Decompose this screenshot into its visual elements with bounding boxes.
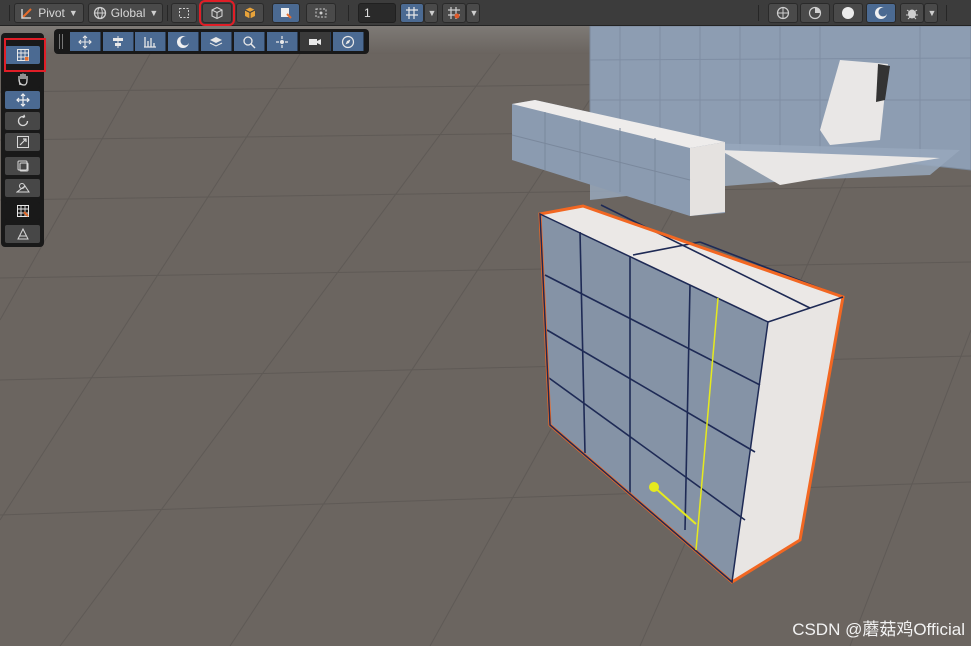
snap-increment-dropdown[interactable]: ▼	[466, 3, 480, 23]
pivot-mode-icon	[21, 8, 32, 19]
highlight-box	[4, 38, 46, 72]
shading-sphere-button[interactable]	[168, 32, 199, 51]
distribute-button[interactable]	[135, 32, 166, 51]
scene-gizmo-button[interactable]	[768, 3, 798, 23]
shading-button[interactable]	[833, 3, 863, 23]
snap-grid-dropdown[interactable]: ▼	[424, 3, 438, 23]
move-handle-dot[interactable]	[649, 482, 659, 492]
chevron-down-icon: ▼	[68, 8, 78, 18]
layers-icon	[209, 36, 223, 47]
toolbar-separator	[946, 5, 947, 21]
global-dropdown[interactable]: Global ▼	[88, 3, 163, 23]
transform-tool-button[interactable]	[5, 179, 40, 197]
hand-tool-icon	[17, 73, 28, 86]
lighting-button[interactable]	[800, 3, 830, 23]
probuilder-overlay-toolbar	[54, 29, 369, 54]
pivot-label: Pivot	[38, 6, 65, 20]
effects-icon	[906, 9, 918, 20]
custom-tool-icon	[16, 227, 29, 240]
toolbar-separator	[167, 5, 168, 21]
move-tool-icon	[15, 93, 30, 107]
orbit-button[interactable]	[267, 32, 298, 51]
rect-tool-button[interactable]	[171, 3, 197, 23]
grid-size-field[interactable]: 1	[358, 3, 396, 23]
hand-tool-button[interactable]	[5, 70, 40, 88]
drag-handle[interactable]	[59, 34, 63, 49]
chevron-down-icon: ▼	[427, 8, 437, 18]
rotate-tool-icon	[17, 114, 28, 127]
move-tool-button[interactable]	[5, 91, 40, 109]
view-tool-icon	[315, 8, 327, 18]
shading-sphere-icon	[177, 35, 190, 48]
zoom-button[interactable]	[234, 32, 265, 51]
global-icon	[93, 6, 106, 20]
effects-dropdown[interactable]: ▼	[924, 3, 938, 23]
orbit-icon	[276, 35, 288, 48]
scale-tool-button[interactable]	[5, 133, 40, 151]
rect-tool-icon	[17, 160, 28, 172]
snap-grid-button[interactable]	[400, 3, 424, 23]
probuilder-face-icon	[244, 7, 256, 19]
rect-tool-button[interactable]	[5, 157, 40, 175]
probuilder-uv-button[interactable]	[5, 202, 40, 220]
distribute-icon	[144, 36, 156, 48]
view-tool-button[interactable]	[306, 3, 336, 23]
snap-increment-button[interactable]	[442, 3, 466, 23]
shading-icon	[842, 7, 854, 19]
snap-grid-icon	[406, 7, 418, 19]
pivot-dropdown[interactable]: Pivot ▼	[14, 3, 84, 23]
global-label: Global	[110, 6, 146, 20]
scene-toolbar: Pivot ▼ Global ▼ 1 ▼ ▼ ▼	[0, 0, 971, 26]
chevron-down-icon: ▼	[927, 8, 937, 18]
zoom-icon	[243, 35, 256, 49]
align-button[interactable]	[103, 32, 134, 51]
scene-viewport[interactable]	[0, 0, 971, 646]
grid-size-value: 1	[364, 6, 371, 20]
toggle-icon	[281, 8, 292, 19]
move-pivot-button[interactable]	[70, 32, 101, 51]
render-mode-icon	[875, 7, 888, 19]
layers-button[interactable]	[201, 32, 232, 51]
transform-icon	[15, 183, 30, 193]
render-mode-button[interactable]	[866, 3, 896, 23]
toggle-button[interactable]	[272, 3, 300, 23]
probuilder-uv-icon	[16, 205, 29, 217]
probuilder-object-mode-button[interactable]	[199, 0, 235, 26]
align-icon	[113, 35, 123, 48]
scene-gizmo-icon	[776, 6, 790, 20]
custom-tool-button[interactable]	[5, 225, 40, 243]
chevron-down-icon: ▼	[149, 8, 159, 18]
compass-button[interactable]	[333, 32, 364, 51]
scale-tool-icon	[16, 136, 29, 148]
camera-icon	[309, 38, 321, 45]
rect-tool-icon	[179, 8, 189, 18]
move-pivot-icon	[78, 34, 92, 49]
probuilder-face-mode-button[interactable]	[236, 3, 264, 23]
probuilder-object-mode-icon	[211, 6, 223, 20]
toolbar-separator	[348, 5, 349, 21]
compass-icon	[341, 35, 355, 48]
lighting-icon	[808, 6, 822, 20]
watermark: CSDN @蘑菇鸡Official	[792, 620, 965, 639]
chevron-down-icon: ▼	[469, 8, 479, 18]
rotate-tool-button[interactable]	[5, 112, 40, 130]
effects-button[interactable]	[900, 3, 924, 23]
toolbar-separator	[9, 5, 10, 21]
snap-increment-icon	[448, 7, 460, 19]
camera-button[interactable]	[300, 32, 331, 51]
toolbar-separator	[758, 5, 759, 21]
